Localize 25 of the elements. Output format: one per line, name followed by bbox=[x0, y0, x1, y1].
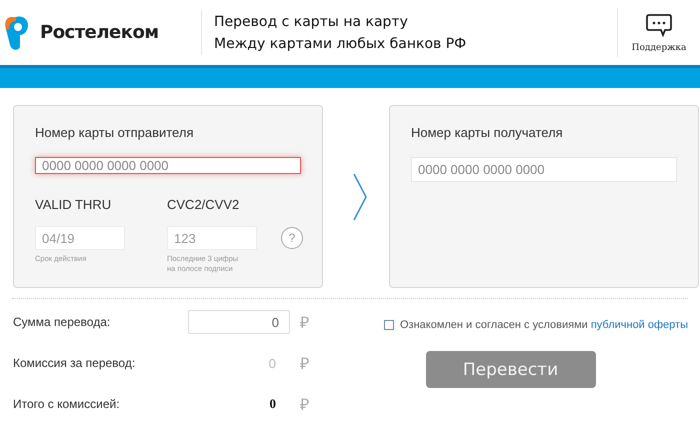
agreement-text: Ознакомлен и согласен с условиями bbox=[400, 319, 588, 331]
brand-name[interactable]: Ростелеком bbox=[40, 22, 159, 43]
summary-value: 0 bbox=[268, 396, 277, 412]
field-label: CVC2/CVV2 bbox=[167, 197, 240, 212]
expiry-field[interactable]: 04/19 bbox=[35, 226, 125, 250]
support-link[interactable]: Поддержка bbox=[617, 8, 700, 57]
offer-link[interactable]: публичной оферты bbox=[590, 319, 688, 331]
chat-icon bbox=[646, 12, 672, 36]
agreement-checkbox[interactable] bbox=[384, 320, 394, 330]
summary-value: 0 bbox=[268, 356, 277, 370]
summary-label: Комиссия за перевод: bbox=[13, 356, 136, 370]
card-number-field[interactable]: 0000 0000 0000 0000 bbox=[35, 157, 301, 174]
chevron-right-icon bbox=[352, 172, 368, 220]
currency-sign: ₽ bbox=[300, 396, 309, 415]
amount-field[interactable]: 0 bbox=[188, 310, 290, 334]
page-title: Перевод с карты на карту bbox=[214, 14, 409, 30]
page-subtitle: Между картами любых банков РФ bbox=[214, 36, 468, 52]
currency-sign: ₽ bbox=[300, 355, 309, 374]
summary-label: Итого с комиссией: bbox=[13, 397, 121, 411]
summary-label: Сумма перевода: bbox=[13, 315, 112, 329]
field-label: Номер карты получателя bbox=[411, 125, 563, 140]
field-label: Номер карты отправителя bbox=[35, 125, 194, 140]
cvc-field[interactable]: 123 bbox=[167, 226, 257, 250]
currency-sign: ₽ bbox=[300, 314, 309, 333]
field-label: VALID THRU bbox=[35, 197, 112, 212]
